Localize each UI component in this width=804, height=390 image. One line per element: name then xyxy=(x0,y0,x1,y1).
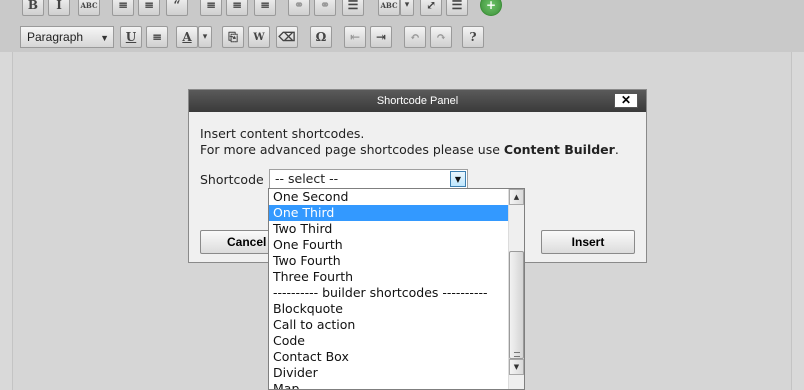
format-select[interactable]: Paragraph ▼ xyxy=(20,26,114,48)
description-line-2-end: . xyxy=(614,142,619,157)
align-center-button[interactable]: ≡ xyxy=(226,0,248,16)
add-shortcode-icon[interactable]: + xyxy=(480,0,502,16)
editor-toolbar: B I ABC ≡ ≡ “ ≡ ≡ ≡ ⚭ ⚭ ☰ ABC ▾ ⤢ ☰ + Pa… xyxy=(0,0,804,52)
list-item[interactable]: Map xyxy=(269,381,509,389)
description-line-2-text: For more advanced page shortcodes please… xyxy=(200,142,504,157)
dropdown-scrollbar[interactable]: ▲ ▼ xyxy=(508,189,524,389)
list-item[interactable]: Divider xyxy=(269,365,509,381)
format-select-value: Paragraph xyxy=(27,30,84,44)
scroll-down-icon[interactable]: ▼ xyxy=(509,359,524,375)
list-item[interactable]: Code xyxy=(269,333,509,349)
grip-icon xyxy=(514,352,520,357)
list-item[interactable]: One Second xyxy=(269,189,509,205)
shortcode-select[interactable]: -- select -- ▼ xyxy=(269,169,468,189)
align-right-button[interactable]: ≡ xyxy=(254,0,276,16)
shortcode-dropdown-list[interactable]: One Second One Third Two Third One Fourt… xyxy=(268,188,525,390)
description-line-2: For more advanced page shortcodes please… xyxy=(200,142,619,158)
list-item[interactable]: Three Fourth xyxy=(269,269,509,285)
list-item[interactable]: One Fourth xyxy=(269,237,509,253)
blockquote-button[interactable]: “ xyxy=(166,0,188,16)
content-builder-text: Content Builder xyxy=(503,142,615,157)
close-button[interactable]: ✕ xyxy=(614,93,638,108)
paste-word-button[interactable]: W xyxy=(248,26,270,48)
redo-button[interactable]: ↷ xyxy=(430,26,452,48)
spellcheck-dropdown-icon[interactable]: ▾ xyxy=(400,0,414,16)
fullscreen-button[interactable]: ⤢ xyxy=(420,0,442,16)
justify-button[interactable]: ≡ xyxy=(146,26,168,48)
scroll-up-icon[interactable]: ▲ xyxy=(509,189,524,205)
dialog-description: Insert content shortcodes. For more adva… xyxy=(200,126,619,158)
list-item[interactable]: Contact Box xyxy=(269,349,509,365)
indent-button[interactable]: ⇥ xyxy=(370,26,392,48)
more-tag-button[interactable]: ☰ xyxy=(342,0,364,16)
chevron-down-icon: ▼ xyxy=(100,33,109,43)
toolbar-toggle-button[interactable]: ☰ xyxy=(446,0,468,16)
list-separator: ---------- builder shortcodes ---------- xyxy=(273,285,488,300)
list-item[interactable]: Two Fourth xyxy=(269,253,509,269)
shortcode-select-value: -- select -- xyxy=(275,171,339,186)
list-item[interactable]: Two Third xyxy=(269,221,509,237)
spellcheck-button[interactable]: ABC xyxy=(378,0,400,16)
chevron-down-icon[interactable]: ▼ xyxy=(450,171,466,187)
numbered-list-button[interactable]: ≡ xyxy=(138,0,160,16)
special-character-button[interactable]: Ω xyxy=(310,26,332,48)
paste-text-button[interactable]: ⎘ xyxy=(222,26,244,48)
list-item[interactable]: Blockquote xyxy=(269,301,509,317)
outdent-button[interactable]: ⇤ xyxy=(344,26,366,48)
list-item-selected[interactable]: One Third xyxy=(269,205,509,221)
insert-button[interactable]: Insert xyxy=(541,230,635,254)
scrollbar-thumb[interactable] xyxy=(509,251,524,359)
help-button[interactable]: ? xyxy=(462,26,484,48)
text-color-dropdown-icon[interactable]: ▾ xyxy=(198,26,212,48)
bullet-list-button[interactable]: ≡ xyxy=(112,0,134,16)
dialog-title: Shortcode Panel xyxy=(376,95,459,107)
bold-button[interactable]: B xyxy=(22,0,44,16)
list-item[interactable]: Call to action xyxy=(269,317,509,333)
italic-button[interactable]: I xyxy=(48,0,70,16)
description-line-1: Insert content shortcodes. xyxy=(200,126,365,141)
shortcode-label: Shortcode xyxy=(200,172,264,187)
clear-formatting-button[interactable]: ⌫ xyxy=(276,26,298,48)
undo-button[interactable]: ↶ xyxy=(404,26,426,48)
dialog-title-bar: Shortcode Panel ✕ xyxy=(189,90,646,112)
unlink-icon[interactable]: ⚭ xyxy=(314,0,336,16)
align-left-button[interactable]: ≡ xyxy=(200,0,222,16)
strikethrough-button[interactable]: ABC xyxy=(78,0,100,16)
link-icon[interactable]: ⚭ xyxy=(288,0,310,16)
underline-button[interactable]: U xyxy=(120,26,142,48)
text-color-button[interactable]: A xyxy=(176,26,198,48)
